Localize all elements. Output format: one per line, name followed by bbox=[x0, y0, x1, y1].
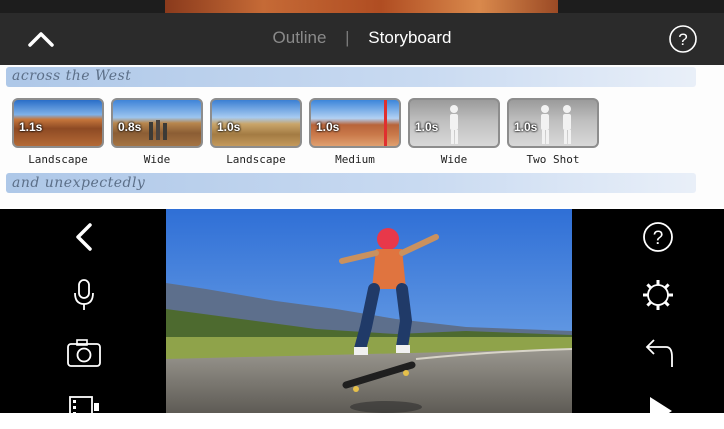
svg-text:?: ? bbox=[678, 30, 687, 49]
settings-gear-icon[interactable] bbox=[638, 277, 678, 313]
shot-label: Medium bbox=[335, 153, 375, 166]
help-icon[interactable]: ? bbox=[638, 219, 678, 255]
shot-label: Wide bbox=[440, 153, 468, 166]
view-segmented-control: Outline | Storyboard bbox=[0, 28, 724, 48]
back-chevron-icon[interactable] bbox=[64, 219, 104, 255]
undo-icon[interactable] bbox=[638, 335, 678, 371]
shot-label: Landscape bbox=[226, 153, 286, 166]
previous-page-strip bbox=[0, 0, 724, 13]
shot-label: Landscape bbox=[28, 153, 88, 166]
play-icon[interactable] bbox=[638, 393, 678, 429]
clip-placeholder[interactable]: 1.0s bbox=[408, 98, 500, 148]
playhead-marker[interactable] bbox=[384, 100, 387, 146]
microphone-icon[interactable] bbox=[64, 277, 104, 313]
svg-text:?: ? bbox=[653, 228, 664, 249]
clip-placeholder[interactable]: 1.0s bbox=[507, 98, 599, 148]
top-toolbar: Outline | Storyboard ? bbox=[0, 13, 724, 65]
clip-tile[interactable]: 1.0s bbox=[210, 98, 302, 148]
film-icon[interactable] bbox=[64, 393, 104, 429]
clip-duration: 0.8s bbox=[118, 120, 142, 134]
clip-duration: 1.0s bbox=[415, 120, 439, 134]
clip-duration: 1.0s bbox=[217, 120, 241, 134]
clip-tile[interactable]: 0.8s bbox=[111, 98, 203, 148]
clip-duration: 1.0s bbox=[514, 120, 538, 134]
camera-icon[interactable] bbox=[64, 335, 104, 371]
clip-duration: 1.1s bbox=[19, 120, 43, 134]
previous-clip-image bbox=[165, 0, 558, 13]
skateboarder-image bbox=[166, 209, 572, 413]
tab-storyboard[interactable]: Storyboard bbox=[368, 28, 451, 47]
editor-panel: ? bbox=[0, 207, 724, 426]
caption-text[interactable]: and unexpectedly bbox=[12, 175, 145, 191]
clip-tile[interactable]: 1.1s bbox=[12, 98, 104, 148]
clip-tile[interactable]: 1.0s bbox=[309, 98, 401, 148]
caption-text[interactable]: across the West bbox=[12, 68, 131, 84]
tab-separator: | bbox=[345, 28, 350, 47]
video-preview[interactable] bbox=[166, 209, 572, 413]
clip-duration: 1.0s bbox=[316, 120, 340, 134]
tab-outline[interactable]: Outline bbox=[273, 28, 327, 47]
storyboard-panel: across the West 1.1s Landscape 0.8s Wide… bbox=[0, 65, 724, 207]
shot-label: Two Shot bbox=[526, 153, 580, 166]
shot-label: Wide bbox=[143, 153, 171, 166]
help-icon[interactable]: ? bbox=[668, 24, 698, 54]
